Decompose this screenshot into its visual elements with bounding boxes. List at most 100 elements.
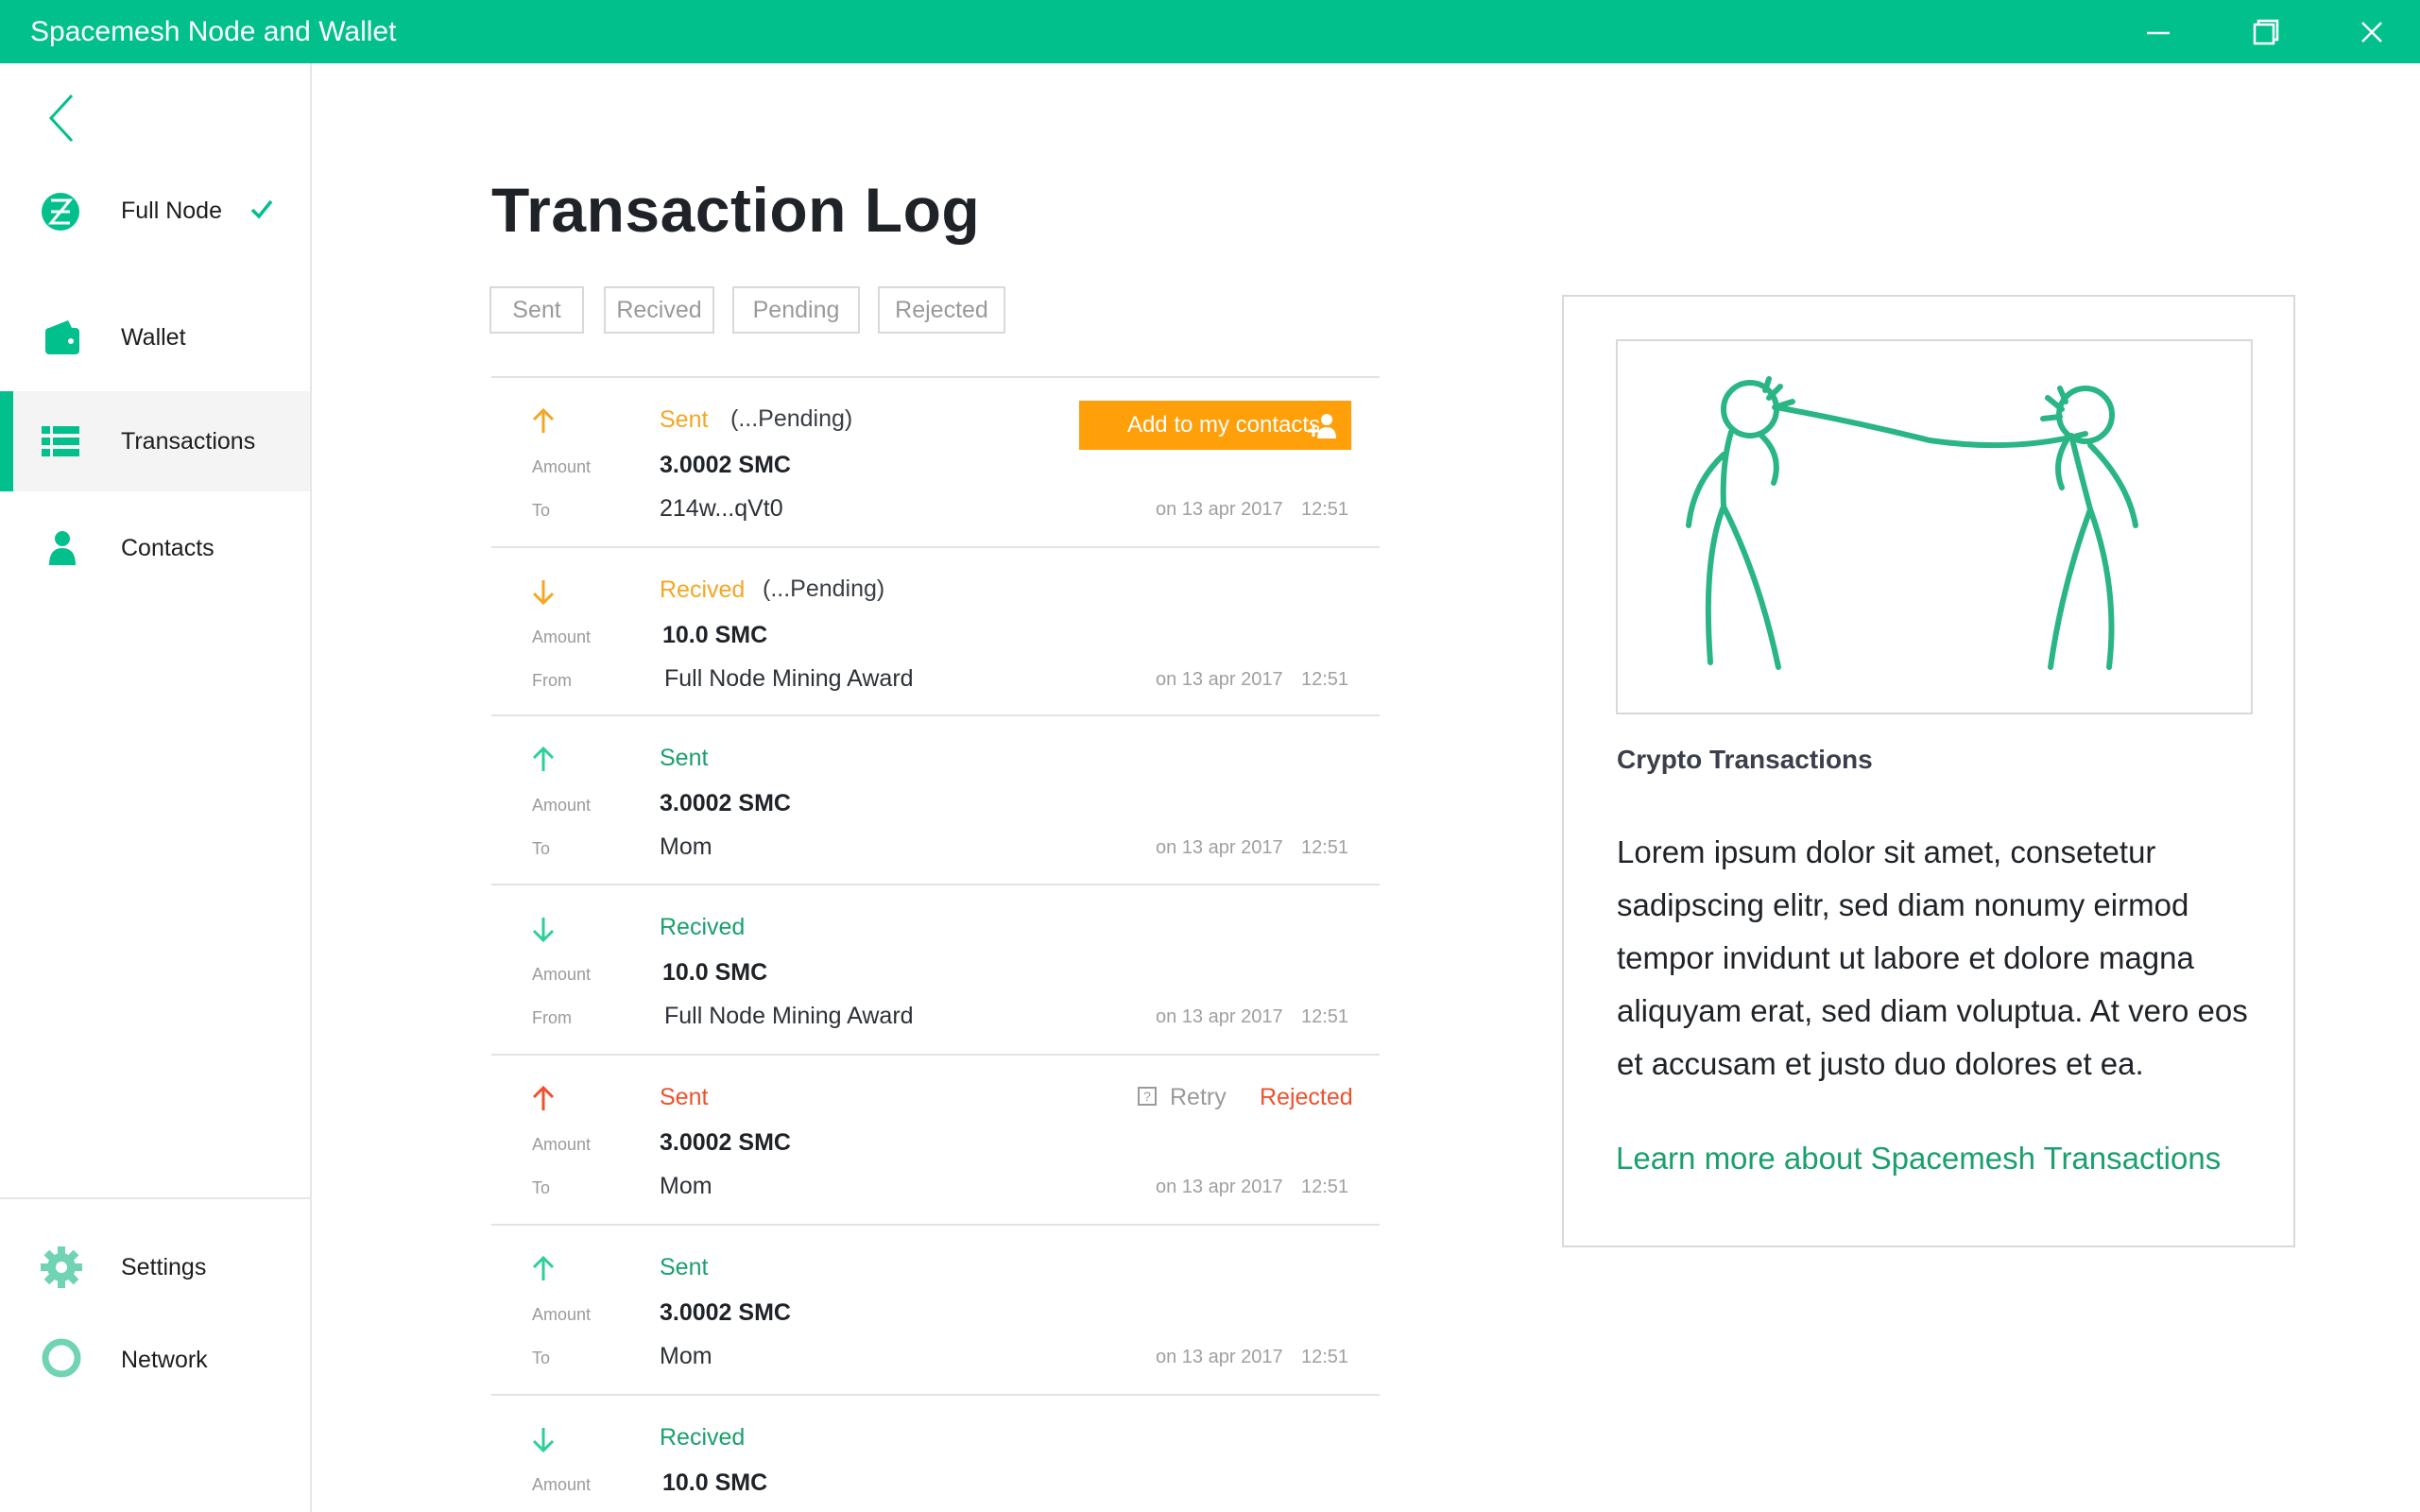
transaction-status: Sent [660,745,709,771]
window-title: Spacemesh Node and Wallet [30,16,397,47]
list-icon [40,422,83,460]
transaction-row[interactable]: Recived Amount 10.0 SMC From Full Node M… [491,884,1380,1054]
minimize-button[interactable] [2120,0,2196,63]
sidebar-item-label: Full Node [121,198,222,224]
transaction-row[interactable]: Recived (...Pending) Amount 10.0 SMC Fro… [491,546,1380,716]
arrow-up-icon [532,407,555,433]
sidebar-item-contacts[interactable]: Contacts [0,498,310,598]
transaction-time: 12:51 [1301,669,1349,690]
transaction-address: 214w...qVt0 [660,495,783,522]
transaction-pending-note: (...Pending) [730,405,853,432]
chevron-left-icon [48,94,74,143]
transaction-time: 12:51 [1301,1177,1349,1197]
sidebar-item-network[interactable]: Network [0,1310,310,1410]
filter-sent-button[interactable]: Sent [489,286,584,334]
spacemesh-logo-icon [40,192,83,231]
arrow-down-icon [532,580,555,606]
transaction-time: 12:51 [1301,837,1349,858]
retry-label: Retry [1170,1084,1227,1110]
add-to-contacts-button[interactable]: Add to my contacts [1079,401,1351,450]
transaction-date: on 13 apr 2017 [1156,1177,1283,1197]
card-title: Crypto Transactions [1617,745,1873,774]
transaction-party: Mom [660,1343,712,1369]
transaction-amount: 10.0 SMC [662,959,768,986]
transaction-time: 12:51 [1301,1006,1349,1027]
card-body: Lorem ipsum dolor sit amet, consetetur s… [1617,834,2248,1081]
close-icon [2361,22,2382,43]
transaction-party: Full Node Mining Award [664,665,914,692]
transaction-party: Mom [660,833,712,860]
transaction-date: on 13 apr 2017 [1156,669,1283,690]
amount-label: Amount [532,627,592,646]
transaction-party: Mom [660,1173,712,1199]
amount-label: Amount [532,1305,592,1324]
transaction-row[interactable]: Sent Amount 3.0002 SMC To Mom on 13 apr … [491,1224,1380,1394]
sidebar-item-wallet[interactable]: Wallet [0,287,310,387]
sidebar-item-full-node[interactable]: Full Node [0,161,310,261]
party-label: From [532,1008,572,1027]
party-label: To [532,1178,551,1197]
gear-icon [40,1246,83,1288]
amount-label: Amount [532,1135,592,1154]
transaction-status: Recived [660,1424,746,1451]
filter-pending-button[interactable]: Pending [732,286,860,334]
party-label: To [532,501,551,520]
sidebar-item-label: Contacts [121,535,215,561]
transaction-amount: 10.0 SMC [662,1469,768,1496]
title-bar: Spacemesh Node and Wallet [0,0,2420,63]
transaction-row[interactable]: Recived Amount 10.0 SMC [491,1394,1380,1512]
sidebar-item-label: Settings [121,1254,207,1280]
amount-label: Amount [532,796,592,815]
transaction-pending-note: (...Pending) [763,576,885,602]
transaction-amount: 3.0002 SMC [660,790,791,816]
person-icon [40,529,83,567]
learn-more-link[interactable]: Learn more about Spacemesh Transactions [1616,1141,2221,1177]
maximize-button[interactable] [2228,0,2304,63]
transaction-amount: 3.0002 SMC [660,452,791,478]
filter-rejected-button[interactable]: Rejected [878,286,1005,334]
minimize-icon [2147,31,2170,35]
transaction-status: Recived [660,914,746,940]
amount-label: Amount [532,965,592,984]
sidebar-item-label: Network [121,1347,208,1373]
sidebar-item-transactions[interactable]: Transactions [0,391,310,491]
rejected-badge: Rejected [1260,1084,1353,1110]
back-button[interactable] [38,88,91,148]
transaction-party: Full Node Mining Award [664,1003,914,1029]
party-label: From [532,671,572,690]
transaction-status: Sent [660,1084,709,1110]
filter-received-button[interactable]: Recived [604,286,714,334]
transaction-time: 12:51 [1301,499,1349,520]
arrow-up-icon [532,1085,555,1110]
transaction-amount: 10.0 SMC [662,622,768,648]
retry-icon: ? [1138,1087,1157,1107]
arrow-up-icon [532,1255,555,1280]
arrow-up-icon [532,746,555,771]
sidebar-item-label: Transactions [121,428,256,455]
sidebar: Full Node Wallet Transactions Contacts S… [0,63,312,1512]
party-label: To [532,839,551,858]
add-to-contacts-label: Add to my contacts [1126,412,1321,438]
transaction-date: on 13 apr 2017 [1156,837,1283,858]
info-card: Crypto Transactions Lorem ipsum dolor si… [1562,295,2295,1247]
transaction-date: on 13 apr 2017 [1156,1347,1283,1367]
wallet-icon [40,318,83,356]
amount-label: Amount [532,1475,592,1494]
transaction-status: Recived [660,576,746,603]
transaction-row[interactable]: Sent ? Retry Rejected Amount 3.0002 SMC T… [491,1054,1380,1224]
transaction-date: on 13 apr 2017 [1156,499,1283,520]
transaction-status: Sent [660,1254,709,1280]
transaction-row[interactable]: Sent Amount 3.0002 SMC To Mom on 13 apr … [491,714,1380,885]
transaction-status: Sent [660,406,709,433]
close-button[interactable] [2334,0,2410,63]
transaction-amount: 3.0002 SMC [660,1299,791,1326]
check-icon [249,197,274,226]
transaction-amount: 3.0002 SMC [660,1129,791,1156]
transaction-time: 12:51 [1301,1347,1349,1367]
transaction-date: on 13 apr 2017 [1156,1006,1283,1027]
illustration-image [1616,339,2253,714]
retry-button[interactable]: ? Retry [1138,1084,1227,1111]
sidebar-item-settings[interactable]: Settings [0,1217,310,1317]
transaction-row[interactable]: Sent (...Pending) Amount 3.0002 SMC To 2… [491,376,1380,546]
add-contact-icon [1308,414,1336,438]
